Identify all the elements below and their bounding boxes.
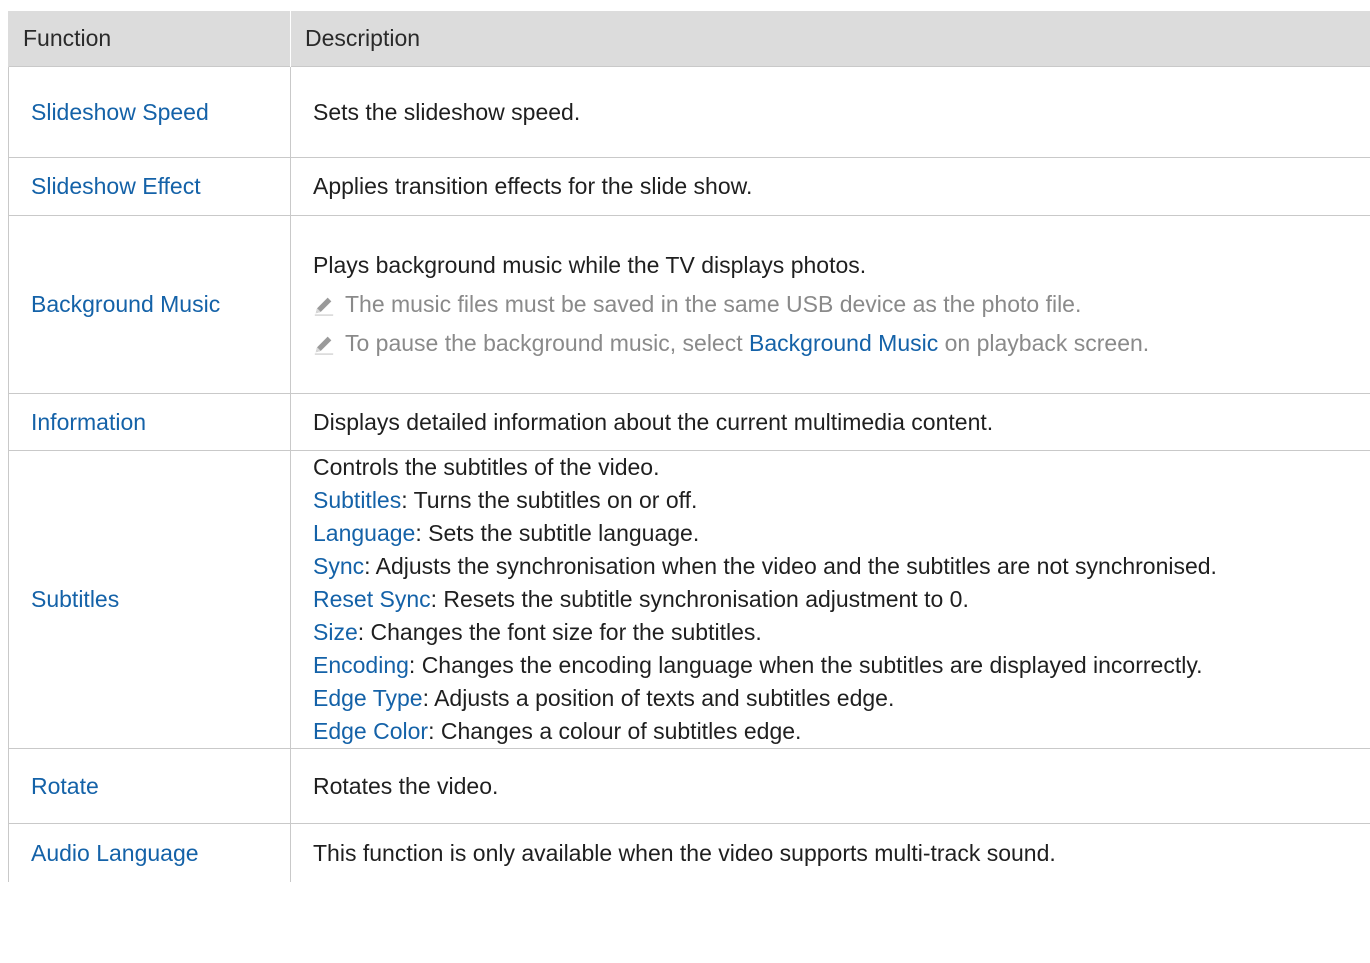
subtitle-option: Edge Color: Changes a colour of subtitle…: [313, 715, 1370, 748]
subtitle-option: Size: Changes the font size for the subt…: [313, 616, 1370, 649]
note: To pause the background music, select Ba…: [313, 327, 1370, 360]
option-text: : Adjusts a position of texts and subtit…: [422, 685, 895, 711]
table-row: Audio Language This function is only ava…: [8, 823, 1370, 882]
pencil-icon: [314, 336, 334, 355]
note-text: The music files must be saved in the sam…: [345, 291, 1082, 317]
option-text: : Sets the subtitle language.: [415, 520, 700, 546]
note-text-post: on playback screen.: [938, 330, 1150, 356]
note-highlight: Background Music: [749, 330, 939, 356]
option-name: Size: [313, 619, 358, 645]
function-name: Rotate: [8, 748, 291, 824]
header-description: Description: [290, 11, 1370, 67]
function-name: Audio Language: [8, 823, 291, 882]
option-text: : Adjusts the synchronisation when the v…: [364, 553, 1217, 579]
function-description: Applies transition effects for the slide…: [290, 157, 1370, 216]
option-name: Edge Color: [313, 718, 429, 744]
table-row: Slideshow Speed Sets the slideshow speed…: [8, 66, 1370, 158]
function-name: Slideshow Effect: [8, 157, 291, 216]
option-name: Encoding: [313, 652, 409, 678]
function-name: Background Music: [8, 215, 291, 394]
description-text: Controls the subtitles of the video.: [313, 454, 660, 480]
function-description: Displays detailed information about the …: [290, 393, 1370, 451]
option-name: Sync: [313, 553, 365, 579]
function-description: Rotates the video.: [290, 748, 1370, 824]
function-description: Plays background music while the TV disp…: [290, 215, 1370, 394]
header-function: Function: [8, 11, 291, 67]
function-table: Function Description Slideshow Speed Set…: [8, 11, 1370, 882]
subtitle-option: Edge Type: Adjusts a position of texts a…: [313, 682, 1370, 715]
option-name: Edge Type: [313, 685, 423, 711]
note-text-pre: To pause the background music, select: [345, 330, 750, 356]
pencil-icon: [314, 297, 334, 316]
option-text: : Changes the font size for the subtitle…: [357, 619, 762, 645]
function-name: Subtitles: [8, 450, 291, 749]
description-text: Plays background music while the TV disp…: [313, 252, 867, 278]
function-description: This function is only available when the…: [290, 823, 1370, 882]
subtitle-option: Sync: Adjusts the synchronisation when t…: [313, 550, 1370, 583]
option-text: : Resets the subtitle synchronisation ad…: [430, 586, 969, 612]
function-description: Sets the slideshow speed.: [290, 66, 1370, 158]
function-name: Information: [8, 393, 291, 451]
table-row: Background Music Plays background music …: [8, 215, 1370, 394]
option-name: Reset Sync: [313, 586, 431, 612]
table-row: Rotate Rotates the video.: [8, 748, 1370, 824]
option-text: : Changes the encoding language when the…: [408, 652, 1203, 678]
option-name: Language: [313, 520, 416, 546]
function-description: Controls the subtitles of the video. Sub…: [290, 450, 1370, 749]
table-row: Information Displays detailed informatio…: [8, 393, 1370, 451]
subtitle-option: Reset Sync: Resets the subtitle synchron…: [313, 583, 1370, 616]
note: The music files must be saved in the sam…: [313, 288, 1370, 321]
subtitle-option: Subtitles: Turns the subtitles on or off…: [313, 484, 1370, 517]
note-text: To pause the background music, select Ba…: [345, 327, 1149, 360]
function-name: Slideshow Speed: [8, 66, 291, 158]
subtitle-option: Language: Sets the subtitle language.: [313, 517, 1370, 550]
table-row: Slideshow Effect Applies transition effe…: [8, 157, 1370, 216]
table-header-row: Function Description: [8, 11, 1370, 67]
option-text: : Turns the subtitles on or off.: [401, 487, 698, 513]
table-row: Subtitles Controls the subtitles of the …: [8, 450, 1370, 749]
subtitle-option: Encoding: Changes the encoding language …: [313, 649, 1370, 682]
option-name: Subtitles: [313, 487, 402, 513]
option-text: : Changes a colour of subtitles edge.: [428, 718, 802, 744]
